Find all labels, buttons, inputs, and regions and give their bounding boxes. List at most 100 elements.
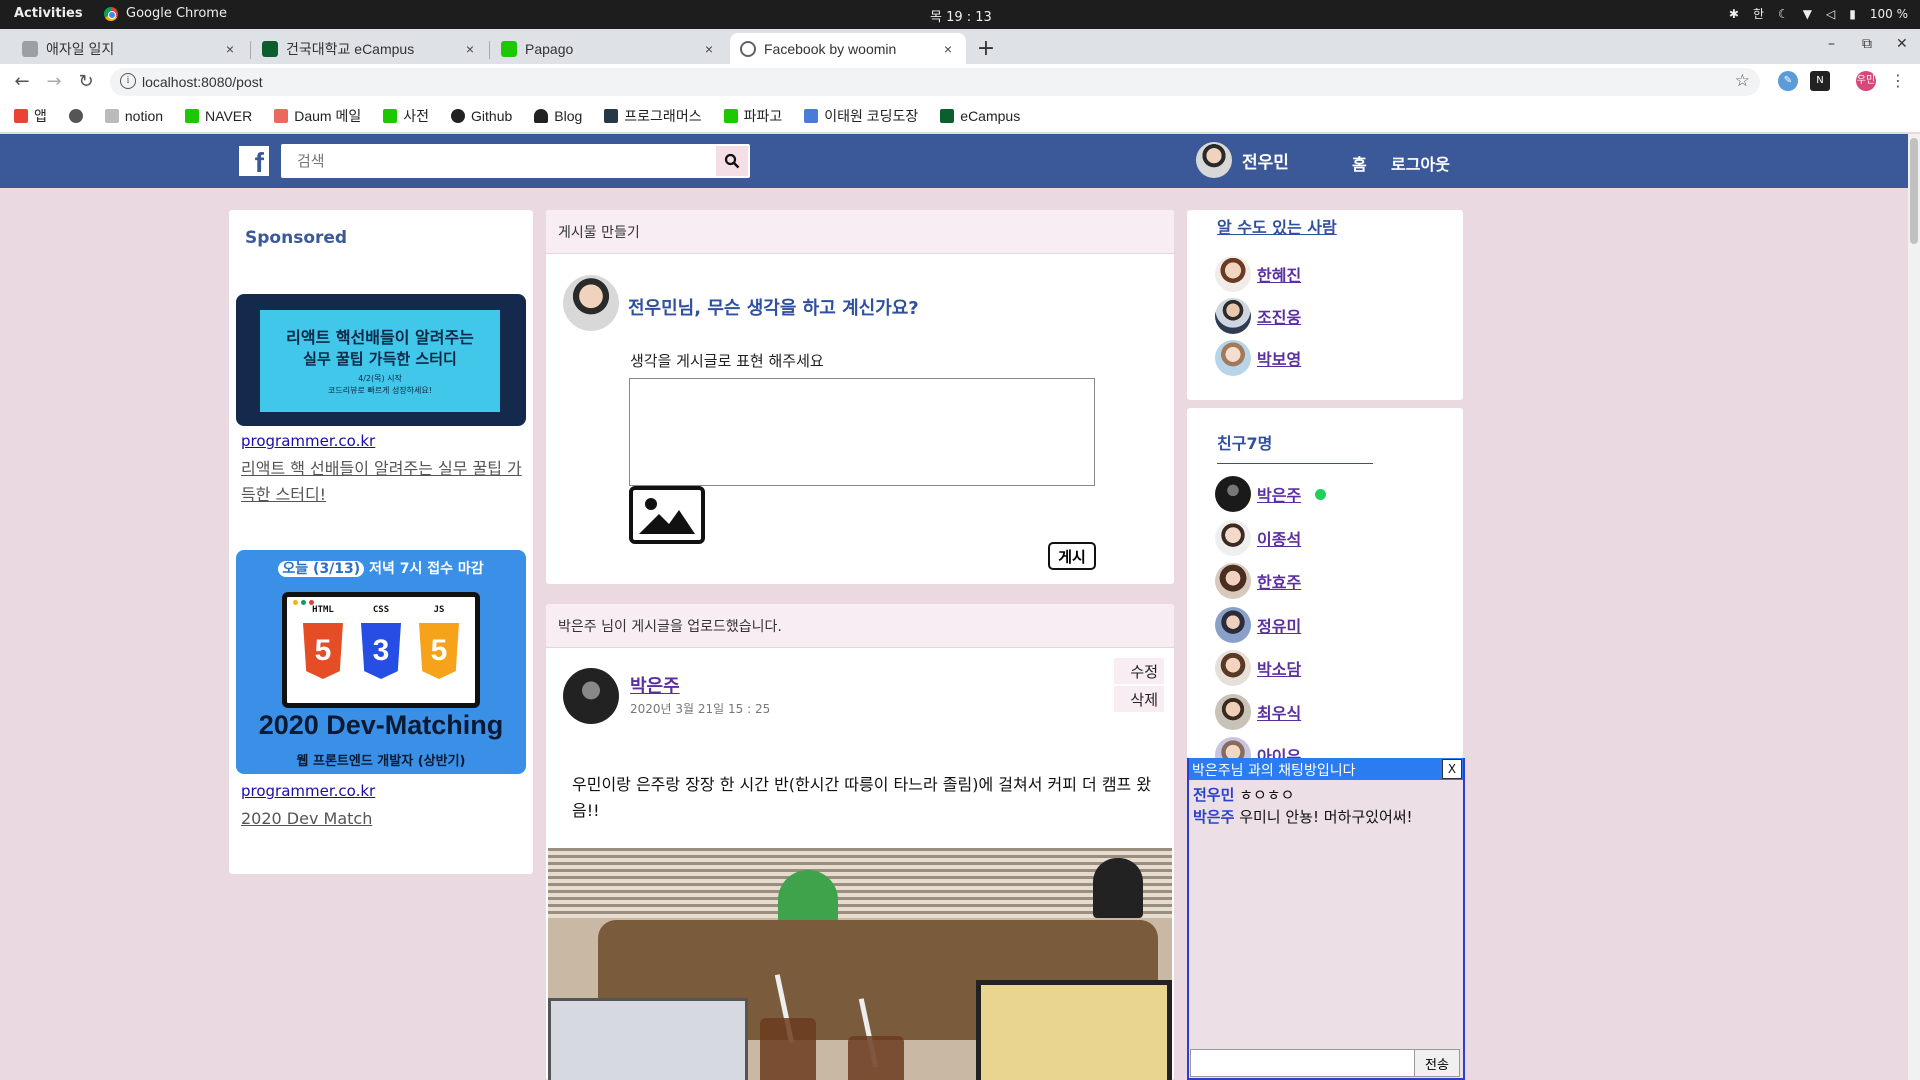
restore-icon[interactable]: ⧉ [1862,36,1872,52]
dictionary-icon [383,109,398,123]
pymk-item[interactable]: 조진웅 [1215,298,1301,334]
extension-icon[interactable]: ✎ [1778,71,1798,91]
profile-avatar[interactable]: 우민 [1856,71,1876,91]
reload-icon[interactable]: ↻ [74,70,98,94]
tab-separator [250,41,251,59]
pymk-name: 한혜진 [1257,266,1302,285]
bookmark-programmers[interactable]: 프로그래머스 [604,106,702,126]
close-window-icon[interactable]: ✕ [1896,36,1908,52]
system-tray[interactable]: ✱ 한 ☾ ▼ ◁ ▮ 100 % [1729,5,1908,22]
bookmark-ecampus[interactable]: eCampus [940,108,1020,124]
ad-link[interactable]: programmer.co.kr [241,782,375,800]
clock[interactable]: 목 19 : 13 [930,6,992,25]
address-bar[interactable]: i localhost:8080/post ☆ [110,68,1760,96]
search-button[interactable] [716,146,748,176]
bookmark-notion[interactable]: notion [104,108,163,124]
activities-button[interactable]: Activities [14,6,83,21]
page-scrollbar[interactable] [1908,134,1920,1080]
tab-strip: 애자일 일지 × 건국대학교 eCampus × Papago × Facebo… [0,29,1920,64]
sponsored-title: Sponsored [245,228,348,248]
feed-post: 박은주 님이 게시글을 업로드했습니다. 박은주 2020년 3월 21일 15… [546,604,1174,1080]
composer-prompt: 전우민님, 무슨 생각을 하고 계신가요? [628,298,919,319]
header-profile[interactable]: 전우민 [1196,142,1289,178]
tab-title: Facebook by woomin [764,40,897,57]
friend-item[interactable]: 정유미 [1215,607,1301,643]
friend-item[interactable]: 아이유 [1215,737,1301,758]
bookmark-github[interactable]: Github [451,108,512,124]
ad-text-link[interactable]: 리액트 핵 선배들이 알려주는 실무 꿀팁 가득한 스터디! [241,456,529,508]
tab-favicon [22,40,38,57]
avatar [1215,563,1251,599]
online-indicator [1315,488,1327,500]
bookmark-apps[interactable]: 앱 [14,106,47,126]
ime-indicator[interactable]: 한 [1753,5,1764,22]
url-text[interactable]: localhost:8080/post [142,74,263,90]
logout-link[interactable]: 로그아웃 [1391,151,1450,175]
bookmark-globe[interactable] [68,109,83,123]
chat-header: 박은주님 과의 채팅방입니다 X [1189,758,1463,780]
forward-icon[interactable]: → [42,70,66,94]
bookmark-papago[interactable]: 파파고 [723,106,782,126]
tab-close-icon[interactable]: × [222,41,238,57]
papago-icon [723,109,738,123]
ad-banner-line: 실무 꿀팁 가득한 스터디 [303,350,457,368]
chat-input[interactable] [1190,1049,1416,1077]
friend-item[interactable]: 박소담 [1215,650,1301,686]
post-author-link[interactable]: 박은주 [630,672,680,698]
pymk-item[interactable]: 박보영 [1215,340,1301,376]
search-input[interactable] [281,144,701,178]
friend-item[interactable]: 박은주 [1215,476,1327,512]
post-textarea[interactable] [629,378,1095,486]
tab-facebook[interactable]: Facebook by woomin × [730,33,966,64]
site-info-icon[interactable]: i [120,73,136,89]
bookmark-star-icon[interactable]: ☆ [1735,71,1750,91]
new-tab-button[interactable]: + [972,36,1000,64]
edit-post-button[interactable]: 수정 [1114,658,1164,684]
ad-banner-line: 리액트 핵선배들이 알려주는 [286,328,474,347]
friend-item[interactable]: 한효주 [1215,563,1301,599]
html-label: HTML [312,605,334,615]
pymk-item[interactable]: 한혜진 [1215,256,1301,292]
post-photo[interactable] [548,848,1172,1080]
tab-close-icon[interactable]: × [940,41,956,57]
friend-item[interactable]: 이종석 [1215,520,1301,556]
friend-item[interactable]: 최우식 [1215,694,1301,730]
back-icon[interactable]: ← [10,70,34,94]
chrome-menu-icon[interactable]: ⋮ [1888,71,1908,91]
ad-banner-dev-matching[interactable]: 오늘 (3/13) 저녁 7시 접수 마감 HTML 5 CSS 3 JS 5 … [236,550,526,774]
photo-laptop [548,998,748,1080]
submit-post-button[interactable]: 게시 [1048,542,1096,570]
delete-post-button[interactable]: 삭제 [1114,686,1164,712]
home-link[interactable]: 홈 [1352,151,1367,175]
bookmark-label: 사전 [403,108,430,124]
tab-ecampus[interactable]: 건국대학교 eCampus × [252,33,488,64]
pymk-title[interactable]: 알 수도 있는 사람 [1217,214,1337,238]
tab-papago[interactable]: Papago × [491,33,727,64]
bookmark-naver[interactable]: NAVER [185,108,252,124]
bookmark-blog[interactable]: Blog [534,108,582,124]
chat-send-button[interactable]: 전송 [1414,1049,1460,1077]
minimize-icon[interactable]: – [1828,36,1835,52]
ad-link[interactable]: programmer.co.kr [241,432,375,450]
tab-agile-journal[interactable]: 애자일 일지 × [12,33,248,64]
app-menu[interactable]: Google Chrome [104,6,227,21]
avatar [1215,607,1251,643]
notion-extension-icon[interactable]: N [1810,71,1830,91]
ad-banner-react-study[interactable]: 리액트 핵선배들이 알려주는 실무 꿀팁 가득한 스터디 4/2(목) 시작 코… [236,294,526,426]
bookmark-daum-mail[interactable]: Daum 메일 [274,106,361,126]
wifi-icon: ▼ [1802,6,1813,21]
js-icon: 5 [419,623,459,679]
bookmark-dictionary[interactable]: 사전 [383,106,429,126]
scrollbar-thumb[interactable] [1910,138,1918,244]
tab-close-icon[interactable]: × [701,41,717,57]
chat-close-button[interactable]: X [1442,759,1462,779]
ad-badge: 오늘 (3/13) [278,561,365,577]
ad-text-link[interactable]: 2020 Dev Match [241,806,529,832]
chat-text: ㅎㅇㅎㅇ [1239,786,1295,804]
avatar [1215,340,1251,376]
facebook-logo-icon[interactable]: f [239,146,269,176]
tab-close-icon[interactable]: × [462,41,478,57]
attach-image-button[interactable] [629,486,705,544]
avatar [1215,737,1251,758]
bookmark-coding-dojo[interactable]: 이태원 코딩도장 [804,106,918,126]
